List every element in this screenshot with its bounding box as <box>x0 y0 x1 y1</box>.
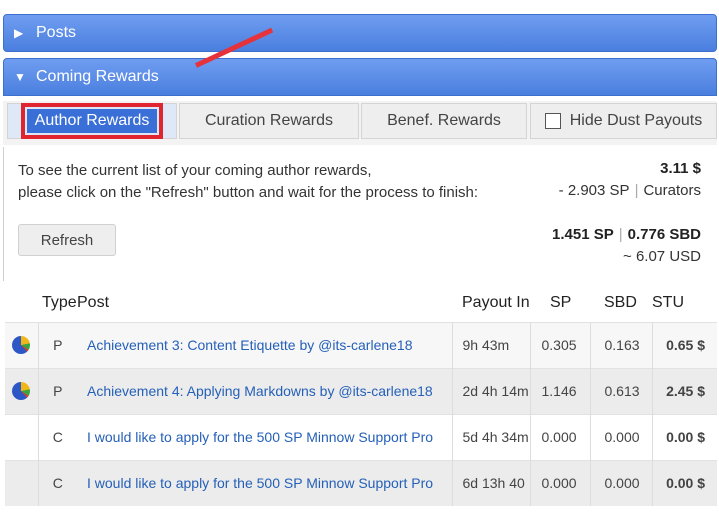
coming-rewards-section-header[interactable]: ▼ Coming Rewards <box>3 58 717 96</box>
summary-curators-sp: - 2.903 SP <box>558 182 630 199</box>
row-icon-cell <box>5 413 38 460</box>
caret-right-icon: ▶ <box>14 26 24 40</box>
row-payout-in: 9h 43m <box>451 321 530 368</box>
table-row: P Achievement 3: Content Etiquette by @i… <box>5 321 717 368</box>
pie-chart-icon[interactable] <box>12 336 31 355</box>
table-row: C I would like to apply for the 500 SP M… <box>5 459 717 506</box>
separator: | <box>618 226 623 243</box>
posts-section-label: Posts <box>36 24 77 41</box>
row-sp: 0.305 <box>529 321 590 368</box>
summary-sbd: 0.776 SBD <box>627 226 701 243</box>
summary-curators-label: Curators <box>643 182 701 199</box>
row-sbd: 0.613 <box>589 367 652 414</box>
row-type: P <box>37 367 77 414</box>
row-payout-in: 6d 13h 40 <box>451 459 530 506</box>
hide-dust-payouts-toggle[interactable]: Hide Dust Payouts <box>530 103 717 139</box>
summary-total: 3.11 $ <box>660 160 701 177</box>
refresh-instructions: To see the current list of your coming a… <box>18 160 478 204</box>
row-payout-in: 5d 4h 34m <box>451 413 530 460</box>
row-stu: 0.00 $ <box>651 459 717 506</box>
header-post[interactable]: Post <box>77 285 452 322</box>
header-icon-col <box>5 285 38 322</box>
row-payout-in: 2d 4h 14m <box>451 367 530 414</box>
table-header-row: Type Post Payout In SP SBD STU <box>5 285 717 322</box>
refresh-button[interactable]: Refresh <box>18 224 116 256</box>
row-type: C <box>37 413 77 460</box>
caret-down-icon: ▼ <box>14 70 26 84</box>
summary-sp: 1.451 SP <box>552 226 614 243</box>
header-stu[interactable]: STU <box>652 285 717 322</box>
post-link[interactable]: Achievement 3: Content Etiquette by @its… <box>87 337 449 353</box>
author-rewards-panel: To see the current list of your coming a… <box>3 147 717 281</box>
row-stu: 2.45 $ <box>651 367 717 414</box>
posts-section-header[interactable]: ▶ Posts <box>3 14 717 52</box>
row-sbd: 0.163 <box>589 321 652 368</box>
row-icon-cell <box>5 459 38 506</box>
row-stu: 0.00 $ <box>651 413 717 460</box>
tab-author-rewards-label: Author Rewards <box>20 103 164 139</box>
table-row: P Achievement 4: Applying Markdowns by @… <box>5 367 717 414</box>
row-sp: 0.000 <box>529 459 590 506</box>
tab-benef-rewards[interactable]: Benef. Rewards <box>361 103 527 139</box>
hide-dust-label: Hide Dust Payouts <box>569 112 703 129</box>
row-type: C <box>37 459 77 506</box>
pie-chart-icon[interactable] <box>12 382 31 401</box>
summary-total-value: 3.11 $ <box>660 160 701 177</box>
summary-usd: ~ 6.07 USD <box>623 248 701 265</box>
row-post-cell: I would like to apply for the 500 SP Min… <box>77 413 452 460</box>
row-post-cell: Achievement 4: Applying Markdowns by @it… <box>77 367 452 414</box>
summary-net: 1.451 SP | 0.776 SBD <box>552 226 701 243</box>
summary-curators: - 2.903 SP | Curators <box>559 182 701 199</box>
header-sbd[interactable]: SBD <box>590 285 652 322</box>
row-post-cell: I would like to apply for the 500 SP Min… <box>77 459 452 506</box>
row-stu: 0.65 $ <box>651 321 717 368</box>
separator: | <box>634 182 639 199</box>
row-sp: 0.000 <box>529 413 590 460</box>
row-sbd: 0.000 <box>589 413 652 460</box>
instructions-line-1: To see the current list of your coming a… <box>18 162 372 179</box>
tab-curation-rewards-label: Curation Rewards <box>204 112 334 129</box>
row-icon-cell <box>5 321 38 368</box>
post-link[interactable]: Achievement 4: Applying Markdowns by @it… <box>87 383 449 399</box>
row-sp: 1.146 <box>529 367 590 414</box>
coming-rewards-label: Coming Rewards <box>36 68 159 85</box>
row-post-cell: Achievement 3: Content Etiquette by @its… <box>77 321 452 368</box>
post-link[interactable]: I would like to apply for the 500 SP Min… <box>87 429 449 445</box>
tab-author-rewards[interactable]: Author Rewards <box>7 103 177 139</box>
header-type[interactable]: Type <box>38 285 77 322</box>
rewards-tabs: Author Rewards Curation Rewards Benef. R… <box>3 101 717 145</box>
instructions-line-2: please click on the "Refresh" button and… <box>18 184 479 201</box>
post-link[interactable]: I would like to apply for the 500 SP Min… <box>87 475 449 491</box>
row-sbd: 0.000 <box>589 459 652 506</box>
header-payout-in[interactable]: Payout In <box>452 285 530 322</box>
row-icon-cell <box>5 367 38 414</box>
rewards-table: Type Post Payout In SP SBD STU P Achieve… <box>5 285 717 506</box>
table-row: C I would like to apply for the 500 SP M… <box>5 413 717 460</box>
tab-curation-rewards[interactable]: Curation Rewards <box>179 103 359 139</box>
header-sp[interactable]: SP <box>530 285 590 322</box>
row-type: P <box>37 321 77 368</box>
tab-benef-rewards-label: Benef. Rewards <box>387 112 501 129</box>
hide-dust-checkbox[interactable] <box>544 113 561 129</box>
